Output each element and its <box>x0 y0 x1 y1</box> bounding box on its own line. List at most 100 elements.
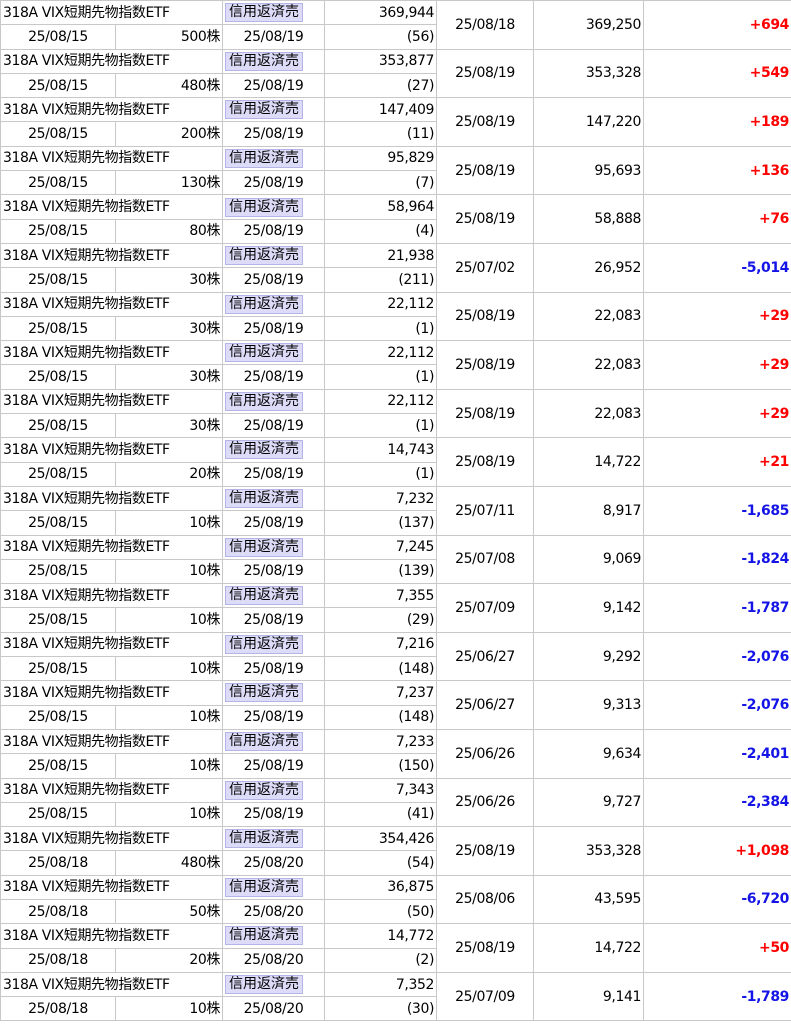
cost-amount: 7,245 <box>324 534 438 560</box>
stock-name[interactable]: 318A VIX短期先物指数ETF <box>0 923 224 949</box>
stock-name[interactable]: 318A VIX短期先物指数ETF <box>0 145 224 172</box>
share-quantity: 20株 <box>114 947 224 973</box>
cost-amount: 7,343 <box>324 777 438 803</box>
share-quantity: 30株 <box>114 315 224 342</box>
trade-date: 25/08/15 <box>0 267 116 293</box>
holding-days: (148) <box>324 704 438 730</box>
profit-loss: -2,384 <box>643 777 791 828</box>
holding-days: (1) <box>324 413 438 439</box>
stock-name[interactable]: 318A VIX短期先物指数ETF <box>0 242 224 269</box>
stock-name[interactable]: 318A VIX短期先物指数ETF <box>0 194 224 220</box>
trade-type-badge: 信用返済売 <box>225 732 304 752</box>
settlement-date: 25/08/20 <box>222 850 326 876</box>
stock-name[interactable]: 318A VIX短期先物指数ETF <box>0 340 224 366</box>
profit-loss: -1,787 <box>643 583 791 633</box>
cost-amount: 58,964 <box>324 194 438 220</box>
trade-row-top: 318A VIX短期先物指数ETF 信用返済売 7,343 25/06/26 9,727… <box>0 777 791 828</box>
trade-row-top: 318A VIX短期先物指数ETF 信用返済売 22,112 25/08/19 22,0… <box>0 340 791 390</box>
share-quantity: 30株 <box>114 413 224 439</box>
trade-type-badge: 信用返済売 <box>225 100 304 120</box>
trade-type-cell: 信用返済売 <box>222 631 326 658</box>
trade-type-cell: 信用返済売 <box>222 583 326 609</box>
open-date: 25/08/19 <box>436 48 535 99</box>
open-price: 26,952 <box>533 242 645 293</box>
stock-name[interactable]: 318A VIX短期先物指数ETF <box>0 680 224 706</box>
settlement-date: 25/08/19 <box>222 753 326 779</box>
trade-type-cell: 信用返済売 <box>222 97 326 123</box>
trade-type-cell: 信用返済売 <box>222 388 326 415</box>
trade-date: 25/08/15 <box>0 121 116 147</box>
stock-name[interactable]: 318A VIX短期先物指数ETF <box>0 631 224 658</box>
stock-name[interactable]: 318A VIX短期先物指数ETF <box>0 485 224 512</box>
trade-type-cell: 信用返済売 <box>222 48 326 74</box>
holding-days: (2) <box>324 947 438 973</box>
cost-amount: 22,112 <box>324 291 438 317</box>
open-price: 58,888 <box>533 194 645 244</box>
trade-date: 25/08/15 <box>0 461 116 487</box>
stock-name[interactable]: 318A VIX短期先物指数ETF <box>0 291 224 317</box>
trade-type-badge: 信用返済売 <box>225 926 304 946</box>
holding-days: (30) <box>324 996 438 1022</box>
settlement-date: 25/08/19 <box>222 121 326 147</box>
trade-row-top: 318A VIX短期先物指数ETF 信用返済売 95,829 25/08/19 95,6… <box>0 145 791 196</box>
open-date: 25/06/27 <box>436 680 535 730</box>
holding-days: (148) <box>324 656 438 682</box>
trade-history-table: 318A VIX短期先物指数ETF 信用返済売 369,944 25/08/18 369… <box>0 0 791 1022</box>
trade-row-top: 318A VIX短期先物指数ETF 信用返済売 22,112 25/08/19 22,0… <box>0 291 791 342</box>
stock-name[interactable]: 318A VIX短期先物指数ETF <box>0 0 224 26</box>
settlement-date: 25/08/19 <box>222 558 326 585</box>
stock-name[interactable]: 318A VIX短期先物指数ETF <box>0 437 224 463</box>
settlement-date: 25/08/19 <box>222 24 326 50</box>
trade-type-badge: 信用返済売 <box>225 829 304 849</box>
open-date: 25/07/08 <box>436 534 535 585</box>
stock-name[interactable]: 318A VIX短期先物指数ETF <box>0 777 224 803</box>
profit-loss: +29 <box>643 388 791 439</box>
open-date: 25/08/19 <box>436 291 535 342</box>
trade-type-cell: 信用返済売 <box>222 291 326 317</box>
open-price: 353,328 <box>533 826 645 876</box>
holding-days: (29) <box>324 607 438 633</box>
holding-days: (7) <box>324 170 438 196</box>
profit-loss: +76 <box>643 194 791 244</box>
share-quantity: 10株 <box>114 510 224 536</box>
trade-type-badge: 信用返済売 <box>225 975 304 995</box>
stock-name[interactable]: 318A VIX短期先物指数ETF <box>0 534 224 560</box>
open-date: 25/07/09 <box>436 971 535 1022</box>
trade-row-top: 318A VIX短期先物指数ETF 信用返済売 14,772 25/08/19 14,7… <box>0 923 791 973</box>
settlement-date: 25/08/19 <box>222 170 326 196</box>
stock-name[interactable]: 318A VIX短期先物指数ETF <box>0 388 224 415</box>
stock-name[interactable]: 318A VIX短期先物指数ETF <box>0 971 224 998</box>
trade-type-cell: 信用返済売 <box>222 242 326 269</box>
open-date: 25/08/19 <box>436 388 535 439</box>
share-quantity: 30株 <box>114 364 224 390</box>
cost-amount: 7,352 <box>324 971 438 998</box>
stock-name[interactable]: 318A VIX短期先物指数ETF <box>0 583 224 609</box>
open-price: 14,722 <box>533 923 645 973</box>
trade-date: 25/08/15 <box>0 24 116 50</box>
stock-name[interactable]: 318A VIX短期先物指数ETF <box>0 728 224 755</box>
share-quantity: 130株 <box>114 170 224 196</box>
cost-amount: 147,409 <box>324 97 438 123</box>
holding-days: (11) <box>324 121 438 147</box>
open-price: 353,328 <box>533 48 645 99</box>
holding-days: (27) <box>324 72 438 99</box>
trade-date: 25/08/15 <box>0 558 116 585</box>
stock-name[interactable]: 318A VIX短期先物指数ETF <box>0 97 224 123</box>
holding-days: (1) <box>324 364 438 390</box>
trade-row-top: 318A VIX短期先物指数ETF 信用返済売 22,112 25/08/19 22,0… <box>0 388 791 439</box>
stock-name[interactable]: 318A VIX短期先物指数ETF <box>0 48 224 74</box>
profit-loss: +549 <box>643 48 791 99</box>
trade-row-top: 318A VIX短期先物指数ETF 信用返済売 7,216 25/06/27 9,292… <box>0 631 791 682</box>
trade-date: 25/08/15 <box>0 704 116 730</box>
profit-loss: -6,720 <box>643 874 791 925</box>
open-price: 8,917 <box>533 485 645 536</box>
stock-name[interactable]: 318A VIX短期先物指数ETF <box>0 826 224 852</box>
cost-amount: 7,233 <box>324 728 438 755</box>
settlement-date: 25/08/20 <box>222 996 326 1022</box>
stock-name[interactable]: 318A VIX短期先物指数ETF <box>0 874 224 900</box>
holding-days: (1) <box>324 461 438 487</box>
trade-type-badge: 信用返済売 <box>225 197 304 217</box>
trade-row-top: 318A VIX短期先物指数ETF 信用返済売 7,352 25/07/09 9,141… <box>0 971 791 1022</box>
trade-type-badge: 信用返済売 <box>225 148 304 168</box>
share-quantity: 10株 <box>114 801 224 828</box>
